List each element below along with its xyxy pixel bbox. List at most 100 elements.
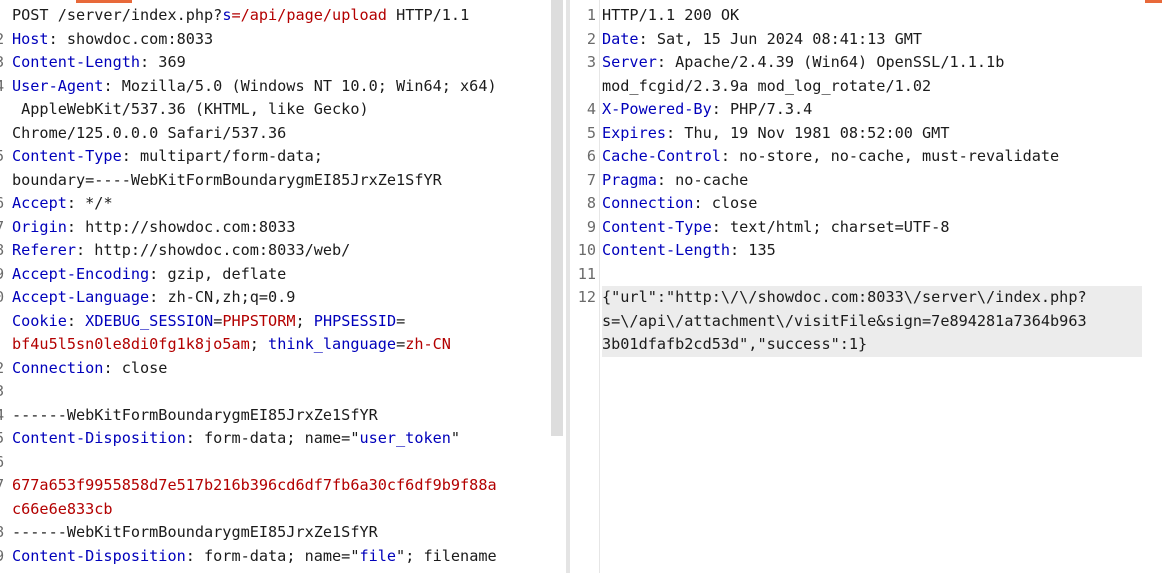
- request-token-key: Accept-Language: [12, 288, 150, 306]
- response-line[interactable]: s=\/api\/attachment\/visitFile&sign=7e89…: [602, 309, 1142, 333]
- request-editor-pane[interactable]: 23456789023456789 POST /server/index.php…: [0, 0, 566, 573]
- request-line-number: [0, 169, 10, 193]
- request-line[interactable]: AppleWebKit/537.36 (KHTML, like Gecko): [12, 98, 547, 122]
- request-line[interactable]: Referer: http://showdoc.com:8033/web/: [12, 239, 547, 263]
- request-token-text: : Mozilla/5.0 (Windows NT 10.0; Win64; x…: [103, 76, 497, 95]
- request-line-number: 7: [0, 216, 10, 240]
- request-line[interactable]: ------WebKitFormBoundarygmEI85JrxZe1SfYR: [12, 404, 547, 428]
- response-line-number: 8: [586, 194, 596, 212]
- request-line[interactable]: 677a653f9955858d7e517b216b396cd6df7fb6a3…: [12, 474, 547, 498]
- response-line[interactable]: Content-Type: text/html; charset=UTF-8: [602, 216, 1142, 240]
- request-line[interactable]: User-Agent: Mozilla/5.0 (Windows NT 10.0…: [12, 75, 547, 99]
- request-token-key: Content-Type: [12, 147, 122, 165]
- request-token-text: : form-data; name=": [185, 429, 360, 447]
- request-line[interactable]: Content-Disposition: form-data; name="fi…: [12, 545, 547, 569]
- request-token-text: : close: [103, 358, 168, 377]
- response-token-text: : 135: [730, 241, 776, 259]
- request-line[interactable]: c66e6e833cb: [12, 498, 547, 522]
- request-token-value: =/api/page/upload: [231, 6, 387, 24]
- response-raw-text[interactable]: HTTP/1.1 200 OK Date: Sat, 15 Jun 2024 08…: [602, 4, 1142, 357]
- request-line-number: 9: [0, 545, 10, 569]
- response-line-number: 12: [577, 288, 596, 306]
- request-line[interactable]: Accept: */*: [12, 192, 547, 216]
- request-line[interactable]: [12, 451, 547, 475]
- response-line[interactable]: 3b01dfafb2cd53d","success":1}: [602, 333, 1142, 357]
- response-token-text: : Thu, 19 Nov 1981 08:52:00 GMT: [666, 123, 950, 142]
- request-scrollbar[interactable]: [551, 0, 563, 436]
- response-line-numbers: 1 2 3 4 5 6 7 8 9 10 11 12: [570, 4, 596, 357]
- request-token-text: : form-data; name=": [185, 546, 360, 565]
- response-line[interactable]: Connection: close: [602, 192, 1142, 216]
- request-line[interactable]: Accept-Language: zh-CN,zh;q=0.9: [12, 286, 547, 310]
- request-line[interactable]: Content-Disposition: form-data; name="us…: [12, 427, 547, 451]
- response-token-key: Cache-Control: [602, 147, 721, 165]
- response-line-number: 6: [586, 147, 596, 165]
- response-line[interactable]: mod_fcgid/2.3.9a mod_log_rotate/1.02: [602, 75, 1142, 99]
- request-line[interactable]: Cookie: XDEBUG_SESSION=PHPSTORM; PHPSESS…: [12, 310, 547, 334]
- request-line[interactable]: Connection: close: [12, 357, 547, 381]
- response-line-number: [570, 75, 596, 99]
- request-token-text: =: [396, 335, 406, 353]
- request-token-text: : 369: [140, 53, 186, 71]
- response-line[interactable]: Server: Apache/2.4.39 (Win64) OpenSSL/1.…: [602, 51, 1142, 75]
- response-line[interactable]: Pragma: no-cache: [602, 169, 1142, 193]
- request-token-text: ;: [249, 335, 269, 353]
- request-token-text: POST /server/index.php?: [12, 6, 223, 24]
- response-line-number: [570, 333, 596, 357]
- request-line-number: [0, 122, 10, 146]
- request-raw-text[interactable]: POST /server/index.php?s=/api/page/uploa…: [12, 4, 547, 568]
- request-token-text: ;: [295, 311, 314, 330]
- request-line[interactable]: Host: showdoc.com:8033: [12, 28, 547, 52]
- request-line[interactable]: Accept-Encoding: gzip, deflate: [12, 263, 547, 287]
- request-token-text: : */*: [66, 194, 113, 212]
- response-viewer-pane[interactable]: 1 2 3 4 5 6 7 8 9 10 11 12 HTTP/1.1 200 OK Date: Sat…: [570, 0, 1162, 573]
- response-line[interactable]: Content-Length: 135: [602, 239, 1142, 263]
- request-token-key: Content-Disposition: [12, 546, 186, 565]
- response-token-key: Server: [602, 53, 657, 71]
- request-token-text: boundary=----WebKitFormBoundarygmEI85Jrx…: [12, 170, 442, 189]
- request-line[interactable]: bf4u5l5sn0le8di0fg1k8jo5am; think_langua…: [12, 333, 547, 357]
- response-line[interactable]: X-Powered-By: PHP/7.3.4: [602, 98, 1142, 122]
- response-token-text: {"url":"http:\/\/showdoc.com:8033\/serve…: [602, 288, 1087, 306]
- response-line[interactable]: [602, 263, 1142, 287]
- response-line[interactable]: HTTP/1.1 200 OK: [602, 4, 1142, 28]
- request-line[interactable]: [12, 380, 547, 404]
- request-token-text: HTTP/1.1: [386, 6, 470, 24]
- request-line-number: [0, 4, 10, 28]
- response-line-number: 11: [577, 264, 596, 283]
- request-token-text: "; filename: [396, 546, 497, 565]
- response-token-key: Content-Type: [602, 217, 712, 236]
- response-line-number: 4: [586, 100, 596, 118]
- request-line-number: [0, 333, 10, 357]
- request-line-number: 3: [0, 380, 10, 404]
- response-token-key: Expires: [602, 123, 667, 142]
- request-token-text: Chrome/125.0.0.0 Safari/537.36: [12, 123, 287, 142]
- response-line[interactable]: Expires: Thu, 19 Nov 1981 08:52:00 GMT: [602, 122, 1142, 146]
- request-token-text: ": [450, 429, 461, 447]
- request-token-key: XDEBUG_SESSION: [85, 311, 214, 330]
- request-line[interactable]: Chrome/125.0.0.0 Safari/537.36: [12, 122, 547, 146]
- request-line-number: 5: [0, 427, 10, 451]
- response-token-text: : no-cache: [656, 170, 749, 189]
- request-token-key: file: [359, 546, 397, 565]
- request-line[interactable]: POST /server/index.php?s=/api/page/uploa…: [12, 4, 547, 28]
- response-line[interactable]: {"url":"http:\/\/showdoc.com:8033\/serve…: [602, 286, 1142, 310]
- response-line[interactable]: Cache-Control: no-store, no-cache, must-…: [602, 145, 1142, 169]
- response-line-number: [570, 310, 596, 334]
- request-line[interactable]: boundary=----WebKitFormBoundarygmEI85Jrx…: [12, 169, 547, 193]
- request-token-text: : showdoc.com:8033: [48, 29, 214, 48]
- request-token-text: : zh-CN,zh;q=0.9: [149, 288, 296, 306]
- request-line[interactable]: Content-Type: multipart/form-data;: [12, 145, 547, 169]
- response-line-number: 9: [586, 217, 596, 236]
- request-line[interactable]: Content-Length: 369: [12, 51, 547, 75]
- request-line[interactable]: ------WebKitFormBoundarygmEI85JrxZe1SfYR: [12, 521, 547, 545]
- request-token-text: AppleWebKit/537.36 (KHTML, like Gecko): [12, 100, 369, 118]
- request-token-key: Origin: [12, 217, 67, 236]
- request-line[interactable]: Origin: http://showdoc.com:8033: [12, 216, 547, 240]
- request-token-text: : multipart/form-data;: [121, 147, 323, 165]
- request-line-number: [0, 310, 10, 334]
- request-token-value: zh-CN: [405, 335, 451, 353]
- response-line-number: 2: [586, 29, 596, 48]
- response-token-key: Date: [602, 29, 639, 48]
- response-line[interactable]: Date: Sat, 15 Jun 2024 08:41:13 GMT: [602, 28, 1142, 52]
